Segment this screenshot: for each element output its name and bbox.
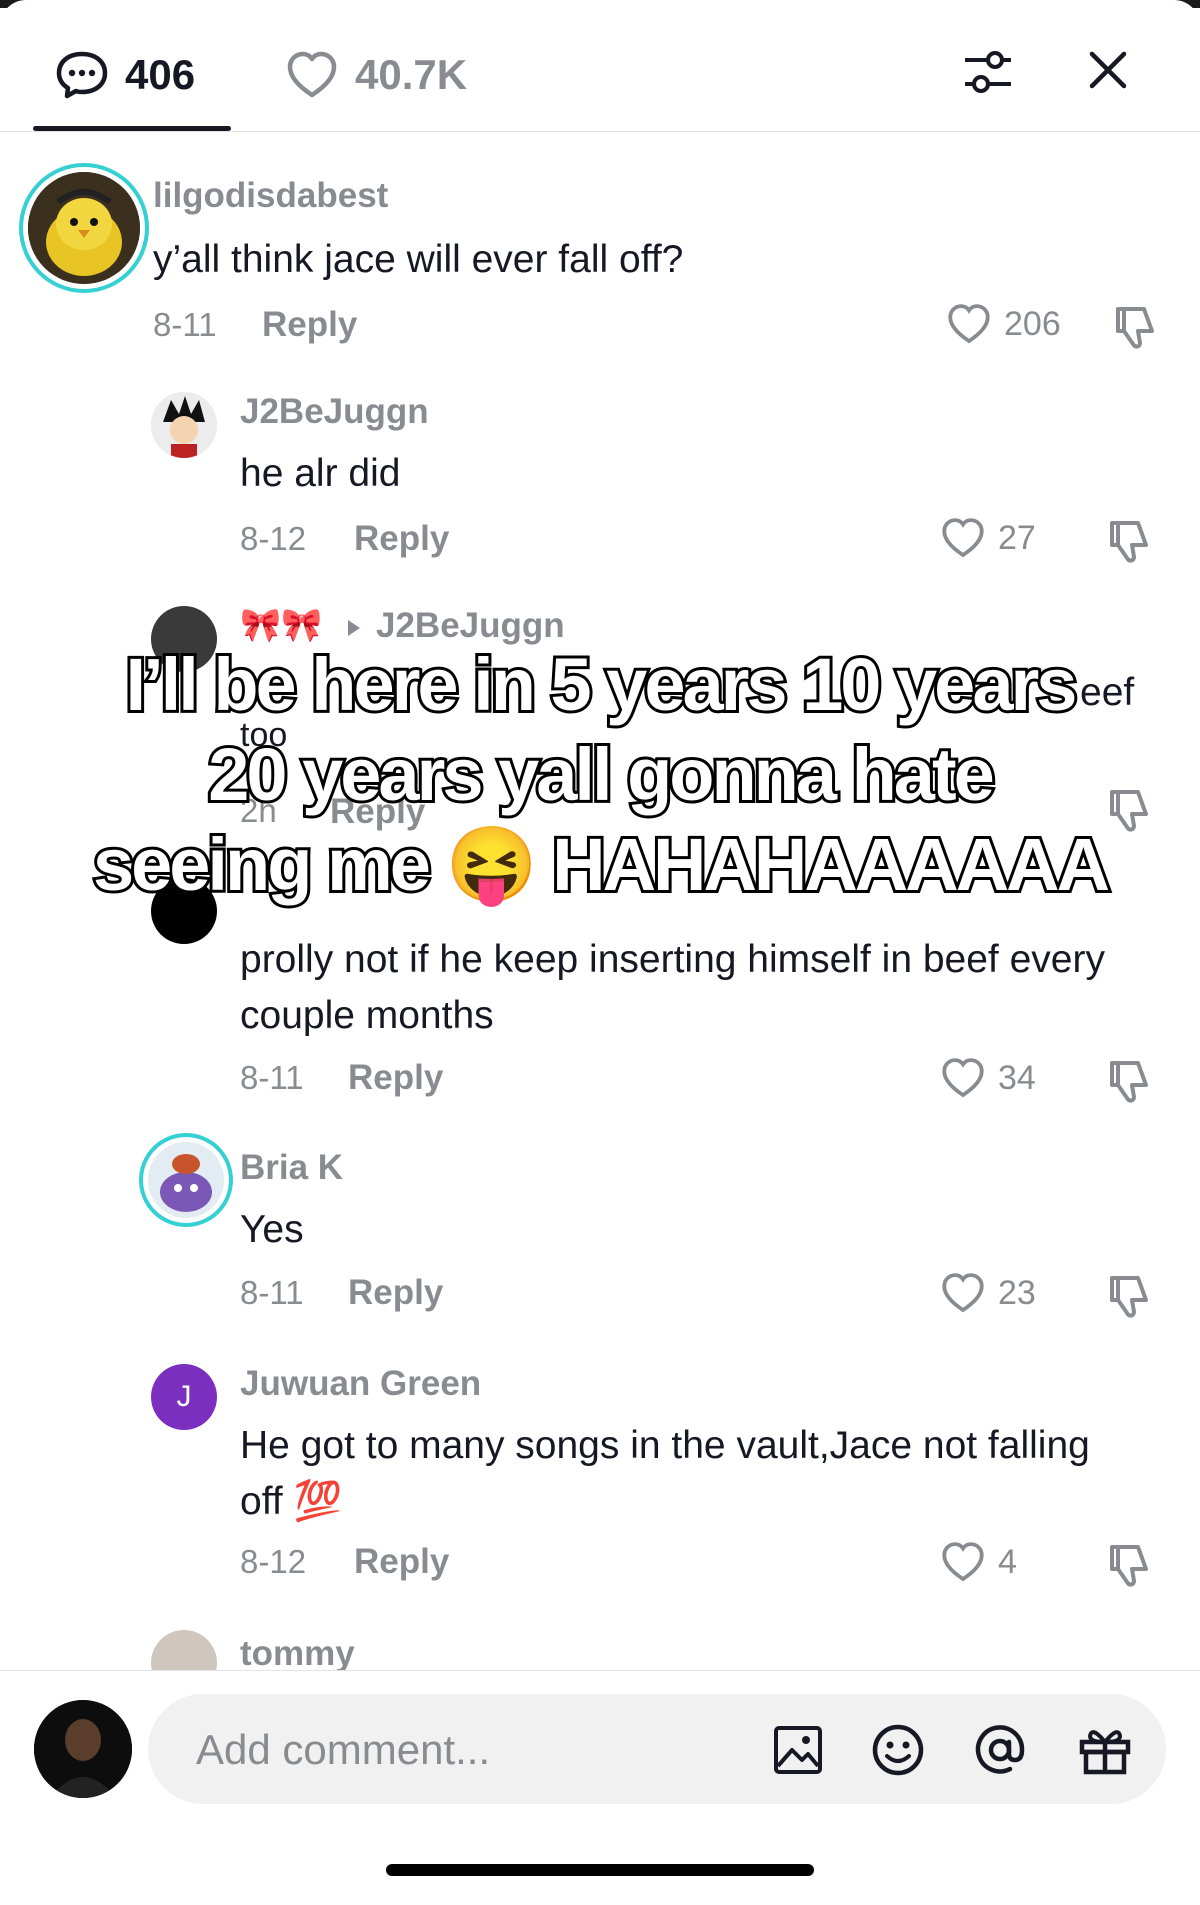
add-comment-input[interactable] — [194, 1694, 758, 1806]
comment-text-body: He got to many songs in the vault,Jace n… — [240, 1424, 1090, 1523]
comment-like-count: 27 — [998, 518, 1036, 557]
hundred-emoji: 💯 — [293, 1480, 343, 1523]
comment-text: Yes — [240, 1208, 304, 1251]
heart-outline-icon — [942, 518, 984, 558]
composer-divider — [0, 1670, 1200, 1671]
tab-likes[interactable]: 40.7K — [285, 40, 467, 110]
thumbs-down-icon — [1110, 521, 1148, 563]
comment-like-button[interactable]: 34 — [940, 1056, 1036, 1100]
user-avatar-icon — [34, 1700, 132, 1798]
avatar[interactable] — [148, 1142, 224, 1218]
dislike-button[interactable] — [1110, 303, 1158, 356]
thumbs-down-icon — [1116, 307, 1154, 349]
comment-like-count: 206 — [1004, 304, 1061, 343]
comment-like-count: 23 — [998, 1273, 1036, 1312]
reply-button[interactable]: Reply — [262, 305, 357, 345]
comment-like-button[interactable]: 23 — [940, 1271, 1036, 1315]
image-icon[interactable] — [772, 1724, 824, 1776]
anime-avatar-icon — [151, 392, 217, 458]
heart-outline-icon — [948, 304, 990, 344]
header-divider — [0, 131, 1200, 132]
comment-date: 8-11 — [240, 1059, 304, 1096]
filter-button[interactable] — [960, 44, 1016, 100]
dislike-button[interactable] — [1104, 1541, 1152, 1594]
comment-count: 406 — [125, 51, 196, 98]
emoji-icon[interactable] — [870, 1722, 926, 1778]
comment-username[interactable]: tommy — [240, 1634, 355, 1670]
cartoon-avatar-icon — [148, 1142, 224, 1218]
dislike-button[interactable] — [1104, 517, 1152, 570]
bird-avatar-icon — [28, 172, 140, 284]
comment-date: 8-11 — [153, 306, 217, 343]
avatar[interactable] — [151, 392, 217, 458]
home-indicator[interactable] — [386, 1864, 814, 1876]
reply-button[interactable]: Reply — [354, 519, 449, 559]
heart-outline-icon — [942, 1058, 984, 1098]
comment-like-count: 34 — [998, 1058, 1036, 1097]
comment-text: prolly not if he keep inserting himself … — [240, 938, 1105, 1037]
filter-sliders-icon — [965, 51, 1011, 93]
thumbs-down-icon — [1110, 1276, 1148, 1318]
comment-text: y’all think jace will ever fall off? — [153, 238, 684, 281]
heart-outline-icon — [942, 1542, 984, 1582]
heart-outline-icon — [287, 51, 337, 98]
comment-like-button[interactable]: 27 — [940, 516, 1036, 560]
reply-arrow-icon — [348, 620, 360, 636]
reply-button[interactable]: Reply — [348, 1058, 443, 1098]
heart-outline-icon — [942, 1273, 984, 1313]
video-caption-overlay: I’ll be here in 5 years 10 years 20 year… — [60, 640, 1140, 910]
comment-username[interactable]: lilgodisdabest — [153, 176, 388, 216]
comment-date: 8-11 — [240, 1274, 304, 1311]
avatar[interactable] — [151, 1630, 217, 1670]
tab-comments[interactable]: 406 — [55, 40, 195, 110]
like-count: 40.7K — [355, 51, 468, 98]
reply-button[interactable]: Reply — [348, 1273, 443, 1313]
comment-username[interactable]: Juwuan Green — [240, 1364, 481, 1404]
partial-comment: tommy — [0, 1620, 1200, 1670]
caption-line: I’ll be here in 5 years 10 years — [123, 640, 1081, 729]
gift-icon[interactable] — [1076, 1720, 1134, 1778]
close-icon — [1089, 51, 1127, 89]
comment-text: He got to many songs in the vault,Jace n… — [240, 1418, 1120, 1530]
close-button[interactable] — [1080, 42, 1136, 98]
dislike-button[interactable] — [1104, 1272, 1152, 1325]
comment-like-count: 4 — [998, 1542, 1017, 1581]
reply-button[interactable]: Reply — [354, 1542, 449, 1582]
avatar[interactable] — [28, 172, 140, 284]
comment-username[interactable]: J2BeJuggn — [240, 392, 429, 432]
thumbs-down-icon — [1110, 1545, 1148, 1587]
caption-line: seeing me 😝 HAHAHAAAAAA — [90, 820, 1113, 909]
comment-date: 8-12 — [240, 1543, 307, 1580]
avatar-letter[interactable]: J — [151, 1364, 217, 1430]
comment-text: he alr did — [240, 452, 401, 495]
comment-composer — [148, 1694, 1166, 1806]
dislike-button[interactable] — [1104, 1057, 1152, 1110]
comment-username[interactable]: Bria K — [240, 1148, 343, 1188]
current-user-avatar[interactable] — [34, 1700, 132, 1798]
comment-bubble-icon — [56, 51, 108, 99]
caption-line: 20 years yall gonna hate — [205, 730, 998, 819]
mention-icon[interactable] — [972, 1722, 1028, 1778]
thumbs-down-icon — [1110, 1061, 1148, 1103]
comment-date: 8-12 — [240, 520, 307, 557]
comment-like-button[interactable]: 206 — [946, 302, 1061, 346]
comment-like-button[interactable]: 4 — [940, 1540, 1017, 1584]
